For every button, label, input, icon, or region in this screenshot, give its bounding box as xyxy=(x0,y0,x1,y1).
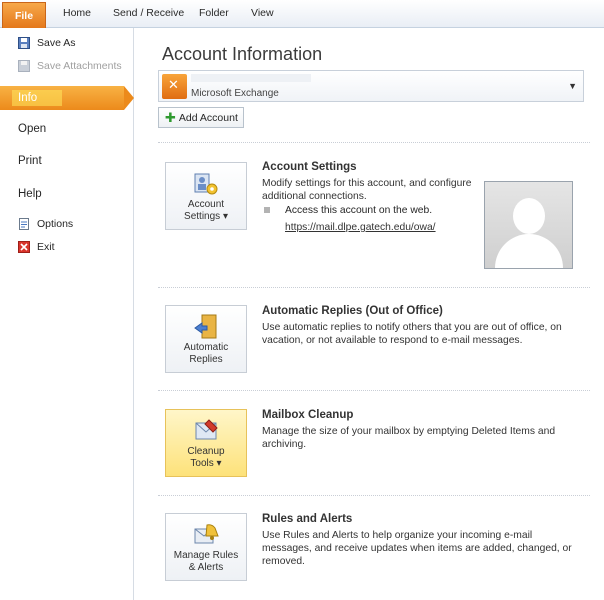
owa-link[interactable]: https://mail.dlpe.gatech.edu/owa/ xyxy=(285,222,436,233)
manage-rules-button[interactable]: Manage Rules & Alerts xyxy=(165,513,247,581)
exchange-icon xyxy=(162,74,187,99)
open-label: Open xyxy=(18,123,47,135)
manage-rules-line1: Manage Rules xyxy=(173,550,239,561)
account-settings-line2: Settings ▾ xyxy=(184,211,228,222)
exit-label: Exit xyxy=(37,241,55,253)
add-account-label: Add Account xyxy=(178,111,238,124)
web-access-text: Access this account on the web. xyxy=(285,205,433,216)
divider xyxy=(158,142,590,143)
divider xyxy=(158,495,590,496)
rules-alerts-icon xyxy=(193,522,219,548)
rules-alerts-title: Rules and Alerts xyxy=(262,513,353,525)
tab-home[interactable]: Home xyxy=(63,7,91,19)
save-as-label: Save As xyxy=(37,37,76,49)
options-icon xyxy=(18,218,30,230)
help-item[interactable]: Help xyxy=(0,183,133,205)
account-settings-line1: Account xyxy=(187,199,225,210)
save-attachments-item: Save Attachments xyxy=(0,55,133,77)
bullet-icon xyxy=(264,207,270,213)
info-label: Info xyxy=(18,92,38,104)
plus-icon: ✚ xyxy=(165,109,176,125)
automatic-replies-icon xyxy=(193,314,219,340)
mailbox-cleanup-title: Mailbox Cleanup xyxy=(262,409,354,421)
add-account-button[interactable]: ✚ Add Account xyxy=(158,107,244,128)
help-label: Help xyxy=(18,188,42,200)
divider xyxy=(158,287,590,288)
tab-file[interactable]: File xyxy=(2,2,46,28)
account-name-redacted xyxy=(191,74,311,82)
account-selector[interactable]: Microsoft Exchange ▼ xyxy=(158,70,584,102)
tab-send-receive[interactable]: Send / Receive xyxy=(113,7,184,19)
rules-alerts-desc: Use Rules and Alerts to help organize yo… xyxy=(262,530,572,567)
cleanup-tools-line2: Tools ▾ xyxy=(190,458,222,469)
manage-rules-line2: & Alerts xyxy=(188,562,224,573)
save-as-item[interactable]: Save As xyxy=(0,32,133,54)
divider xyxy=(158,390,590,391)
options-label: Options xyxy=(37,218,74,230)
save-as-icon xyxy=(18,37,30,49)
automatic-replies-desc: Use automatic replies to notify others t… xyxy=(262,322,562,346)
ribbon-tab-bar: File Home Send / Receive Folder View xyxy=(0,0,604,28)
cleanup-tools-line1: Cleanup xyxy=(187,446,225,457)
info-item[interactable]: Info xyxy=(0,86,134,110)
automatic-replies-title: Automatic Replies (Out of Office) xyxy=(262,305,443,317)
options-item[interactable]: Options xyxy=(0,213,133,235)
save-attachments-icon xyxy=(18,60,30,72)
account-settings-title: Account Settings xyxy=(262,161,357,173)
profile-photo-placeholder xyxy=(484,181,573,269)
account-settings-desc: Modify settings for this account, and co… xyxy=(262,178,472,202)
cleanup-tools-button[interactable]: Cleanup Tools ▾ xyxy=(165,409,247,477)
tab-view[interactable]: View xyxy=(251,7,274,19)
page-title: Account Information xyxy=(162,44,323,64)
automatic-replies-line2: Replies xyxy=(189,354,223,365)
exit-item[interactable]: Exit xyxy=(0,236,133,258)
print-item[interactable]: Print xyxy=(0,150,133,172)
automatic-replies-button[interactable]: Automatic Replies xyxy=(165,305,247,373)
print-label: Print xyxy=(18,155,42,167)
exit-icon xyxy=(18,241,30,253)
automatic-replies-line1: Automatic xyxy=(183,342,229,353)
chevron-down-icon: ▼ xyxy=(568,81,577,91)
account-settings-button[interactable]: Account Settings ▾ xyxy=(165,162,247,230)
account-type: Microsoft Exchange xyxy=(191,88,279,99)
account-settings-icon xyxy=(193,171,219,197)
cleanup-tools-icon xyxy=(193,418,219,444)
tab-folder[interactable]: Folder xyxy=(199,7,229,19)
mailbox-cleanup-desc: Manage the size of your mailbox by empty… xyxy=(262,426,556,450)
save-attachments-label: Save Attachments xyxy=(37,60,122,72)
open-item[interactable]: Open xyxy=(0,118,133,140)
backstage-nav: Save As Save Attachments Info Open Print… xyxy=(0,28,134,600)
